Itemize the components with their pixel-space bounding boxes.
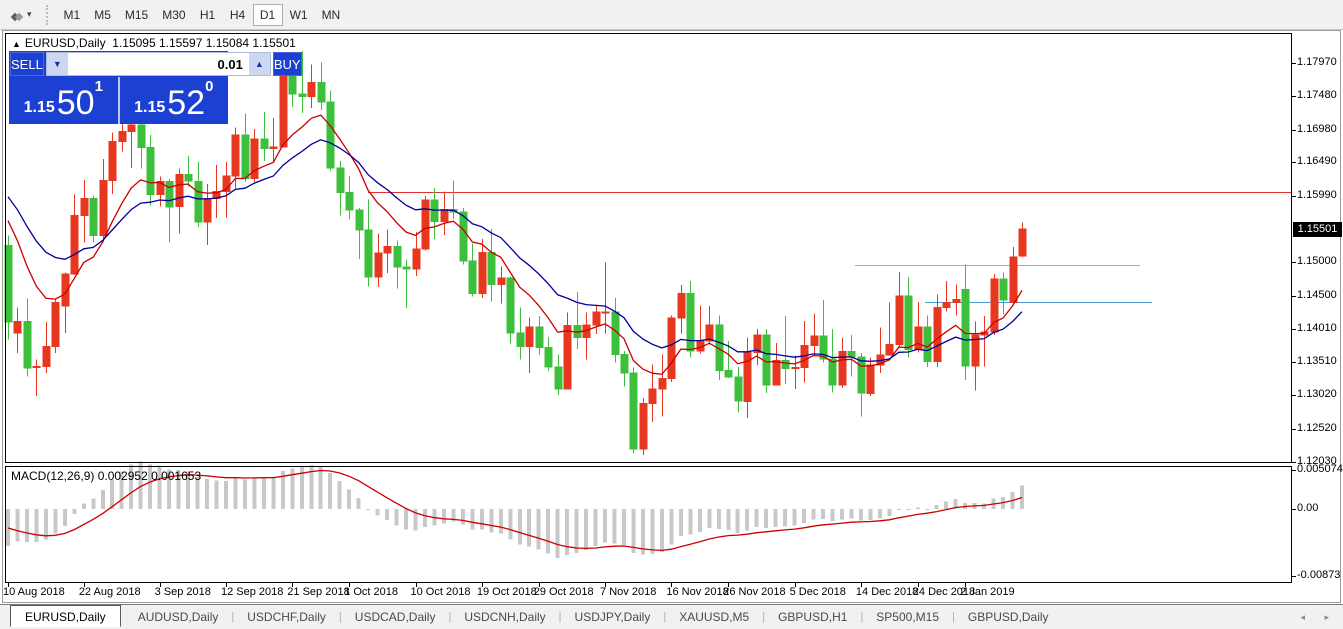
buy-button[interactable]: BUY	[273, 52, 302, 76]
date-axis-label: 2 Jan 2019	[960, 586, 1014, 598]
volume-input[interactable]	[68, 53, 249, 75]
macd-axis-label: -0.00873	[1297, 569, 1343, 581]
date-axis-label: 19 Oct 2018	[477, 586, 537, 598]
date-axis-tick	[918, 583, 919, 587]
date-axis-label: 1 Oct 2018	[344, 586, 398, 598]
price-axis-tick	[1292, 96, 1296, 97]
ask-price-prefix: 1.15	[134, 99, 165, 117]
date-axis-tick	[349, 583, 350, 587]
volume-increase-button[interactable]: ▲	[249, 53, 270, 75]
date-axis-tick	[671, 583, 672, 587]
date-axis-tick	[160, 583, 161, 587]
price-axis-label: 1.15990	[1297, 189, 1343, 201]
macd-axis-label: 0.005074	[1297, 463, 1343, 475]
macd-axis-tick	[1292, 509, 1296, 510]
date-axis-tick	[795, 583, 796, 587]
date-axis-label: 14 Dec 2018	[856, 586, 918, 598]
chart-ohlc-values: 1.15095 1.15597 1.15084 1.15501	[112, 36, 296, 50]
current-price-tag: 1.15501	[1293, 222, 1342, 237]
price-axis-label: 1.13020	[1297, 388, 1343, 400]
ask-price-display[interactable]: 1.15 52 0	[120, 77, 229, 124]
chart-tab-gbpusd-daily[interactable]: GBPUSD,Daily	[955, 608, 1062, 626]
date-axis-tick	[861, 583, 862, 587]
macd-axis-tick	[1292, 576, 1296, 577]
chart-tab-gbpusd-h1[interactable]: GBPUSD,H1	[765, 608, 860, 626]
chart-symbol-label: EURUSD,Daily	[25, 36, 106, 50]
tab-scroll-right-icon[interactable]: ▸	[1324, 612, 1329, 623]
chart-tab-eurusd-daily[interactable]: EURUSD,Daily	[10, 605, 121, 627]
date-axis-tick	[482, 583, 483, 587]
price-axis-label: 1.17480	[1297, 89, 1343, 101]
chart-tab-usdjpy-daily[interactable]: USDJPY,Daily	[562, 608, 664, 626]
macd-indicator-label: MACD(12,26,9) 0.002952 0.001653	[11, 469, 201, 483]
price-axis-tick	[1292, 130, 1296, 131]
bid-price-sup: 1	[95, 78, 103, 95]
chart-tab-usdchf-daily[interactable]: USDCHF,Daily	[234, 608, 339, 626]
chart-tab-usdcad-daily[interactable]: USDCAD,Daily	[342, 608, 449, 626]
one-click-trading-panel: SELL ▼ ▲ BUY 1.15 50 1 1.15 52 0	[9, 51, 228, 124]
chart-tab-audusd-daily[interactable]: AUDUSD,Daily	[125, 608, 232, 626]
date-axis-tick	[539, 583, 540, 587]
date-axis-label: 16 Nov 2018	[666, 586, 728, 598]
price-axis-tick	[1292, 329, 1296, 330]
date-axis-tick	[84, 583, 85, 587]
volume-decrease-button[interactable]: ▼	[47, 53, 68, 75]
price-axis-label: 1.14500	[1297, 289, 1343, 301]
date-axis-tick	[416, 583, 417, 587]
ask-price-big: 52	[167, 85, 205, 121]
date-axis-label: 10 Aug 2018	[3, 586, 65, 598]
price-axis-tick	[1292, 362, 1296, 363]
date-axis-label: 22 Aug 2018	[79, 586, 141, 598]
bid-price-display[interactable]: 1.15 50 1	[9, 77, 118, 124]
date-axis-label: 3 Sep 2018	[155, 586, 211, 598]
price-axis-tick	[1292, 462, 1296, 463]
price-axis-label: 1.14010	[1297, 322, 1343, 334]
price-axis-tick	[1292, 63, 1296, 64]
price-axis-tick	[1292, 196, 1296, 197]
price-axis-tick	[1292, 262, 1296, 263]
collapse-marker-icon[interactable]: ▲	[12, 39, 21, 49]
price-axis-label: 1.16980	[1297, 123, 1343, 135]
date-axis-label: 29 Oct 2018	[534, 586, 594, 598]
date-axis-label: 5 Dec 2018	[790, 586, 846, 598]
date-axis-tick	[292, 583, 293, 587]
date-axis-tick	[728, 583, 729, 587]
date-axis-label: 10 Oct 2018	[411, 586, 471, 598]
date-axis-label: 12 Sep 2018	[221, 586, 283, 598]
date-axis-tick	[226, 583, 227, 587]
bid-price-big: 50	[57, 85, 95, 121]
price-axis-tick	[1292, 296, 1296, 297]
date-axis-tick	[8, 583, 9, 587]
bid-price-prefix: 1.15	[24, 99, 55, 117]
price-axis-tick	[1292, 162, 1296, 163]
date-axis-tick	[965, 583, 966, 587]
chart-tab-usdcnh-daily[interactable]: USDCNH,Daily	[451, 608, 558, 626]
price-axis-label: 1.15000	[1297, 255, 1343, 267]
price-axis-tick	[1292, 395, 1296, 396]
date-axis-label: 21 Sep 2018	[287, 586, 349, 598]
price-axis-label: 1.12520	[1297, 422, 1343, 434]
sell-button[interactable]: SELL	[10, 52, 44, 76]
volume-stepper: ▼ ▲	[46, 52, 271, 76]
date-axis-label: 7 Nov 2018	[600, 586, 656, 598]
macd-axis-label: 0.00	[1297, 502, 1343, 514]
price-axis-label: 1.16490	[1297, 155, 1343, 167]
chart-title: ▲ EURUSD,Daily 1.15095 1.15597 1.15084 1.…	[12, 36, 296, 50]
ask-price-sup: 0	[205, 78, 213, 95]
price-axis-label: 1.13510	[1297, 355, 1343, 367]
price-axis-label: 1.17970	[1297, 56, 1343, 68]
chart-tab-bar: EURUSD,DailyAUDUSD,Daily|USDCHF,Daily|US…	[0, 604, 1343, 629]
chart-tab-sp500-m15[interactable]: SP500,M15	[863, 608, 952, 626]
date-axis-label: 26 Nov 2018	[723, 586, 785, 598]
date-axis-tick	[605, 583, 606, 587]
price-axis-tick	[1292, 429, 1296, 430]
chart-tab-xauusd-m5[interactable]: XAUUSD,M5	[666, 608, 762, 626]
tab-scroll-left-icon[interactable]: ◂	[1300, 612, 1305, 623]
macd-axis-tick	[1292, 470, 1296, 471]
mt4-window: ▾ M1M5M15M30H1H4D1W1MN ▲EURUSD,Daily 1.1…	[0, 0, 1343, 629]
